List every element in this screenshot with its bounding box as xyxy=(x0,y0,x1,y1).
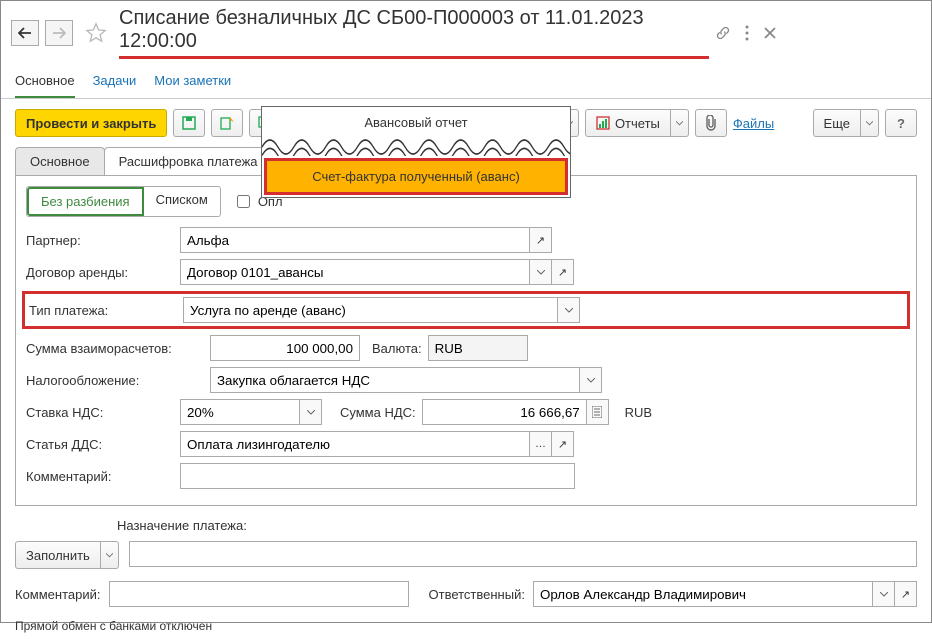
reports-button[interactable]: Отчеты xyxy=(585,109,671,137)
back-button[interactable] xyxy=(11,20,39,46)
dds-open-button[interactable]: ↗ xyxy=(552,431,574,457)
segment-no-split[interactable]: Без разбиения xyxy=(27,187,144,216)
tab-body: Без разбиения Списком Опл Партнер: ↗ Дог… xyxy=(15,175,917,506)
contract-dropdown-button[interactable] xyxy=(530,259,552,285)
tab-main[interactable]: Основное xyxy=(15,147,105,176)
reports-dropdown[interactable] xyxy=(671,109,689,137)
responsible-dropdown-button[interactable] xyxy=(873,581,895,607)
vat-currency-text: RUB xyxy=(625,405,652,420)
currency-label: Валюта: xyxy=(372,341,422,356)
vat-sum-calc-button[interactable] xyxy=(587,399,609,425)
tax-label: Налогообложение: xyxy=(26,373,204,388)
dds-label: Статья ДДС: xyxy=(26,437,174,452)
settlement-sum-label: Сумма взаиморасчетов: xyxy=(26,341,204,356)
dropdown-item-advance-report[interactable]: Авансовый отчет xyxy=(262,107,570,138)
currency-field xyxy=(428,335,528,361)
vat-sum-field[interactable] xyxy=(422,399,587,425)
more-dropdown[interactable] xyxy=(861,109,879,137)
partner-open-button[interactable]: ↗ xyxy=(530,227,552,253)
close-icon[interactable] xyxy=(763,26,777,40)
partner-field[interactable] xyxy=(180,227,530,253)
dds-field[interactable] xyxy=(180,431,530,457)
save-button[interactable] xyxy=(173,109,205,137)
paid-checkbox[interactable] xyxy=(237,195,250,208)
nav-notes[interactable]: Мои заметки xyxy=(154,73,231,88)
dropdown-item-invoice-received-advance[interactable]: Счет-фактура полученный (аванс) xyxy=(264,158,568,195)
vat-sum-label: Сумма НДС: xyxy=(340,405,416,420)
payment-type-label: Тип платежа: xyxy=(29,303,177,318)
page-title: Списание безналичных ДС СБ00-П000003 от … xyxy=(119,7,709,59)
link-icon[interactable] xyxy=(715,25,731,41)
partner-label: Партнер: xyxy=(26,233,174,248)
wavy-divider xyxy=(262,138,570,156)
responsible-open-button[interactable]: ↗ xyxy=(895,581,917,607)
files-link[interactable]: Файлы xyxy=(733,116,774,131)
responsible-field[interactable] xyxy=(533,581,873,607)
help-button[interactable]: ? xyxy=(885,109,917,137)
footer-status: Прямой обмен с банками отключен xyxy=(1,613,931,639)
tax-dropdown-button[interactable] xyxy=(580,367,602,393)
more-vertical-icon[interactable] xyxy=(745,25,749,41)
footer-comment-field[interactable] xyxy=(109,581,409,607)
responsible-label: Ответственный: xyxy=(429,587,525,602)
vat-rate-field[interactable] xyxy=(180,399,300,425)
purpose-label: Назначение платежа: xyxy=(117,518,917,533)
inner-comment-label: Комментарий: xyxy=(26,469,174,484)
payment-type-dropdown-button[interactable] xyxy=(558,297,580,323)
purpose-field[interactable] xyxy=(129,541,917,567)
contract-open-button[interactable]: ↗ xyxy=(552,259,574,285)
contract-label: Договор аренды: xyxy=(26,265,174,280)
attachment-button[interactable] xyxy=(695,109,727,137)
inner-comment-field[interactable] xyxy=(180,463,575,489)
nav-tasks[interactable]: Задачи xyxy=(93,73,137,88)
forward-button[interactable] xyxy=(45,20,73,46)
fill-button[interactable]: Заполнить xyxy=(15,541,101,569)
settlement-sum-field[interactable] xyxy=(210,335,360,361)
post-and-close-button[interactable]: Провести и закрыть xyxy=(15,109,167,137)
nav-main[interactable]: Основное xyxy=(15,73,75,98)
fill-dropdown[interactable] xyxy=(101,541,119,569)
dds-select-button[interactable]: … xyxy=(530,431,552,457)
favorite-star-icon[interactable] xyxy=(85,22,107,44)
contract-field[interactable] xyxy=(180,259,530,285)
create-based-on-menu: Авансовый отчет Счет-фактура полученный … xyxy=(261,106,571,198)
post-button[interactable] xyxy=(211,109,243,137)
more-button[interactable]: Еще xyxy=(813,109,861,137)
payment-type-field[interactable] xyxy=(183,297,558,323)
segment-list[interactable]: Списком xyxy=(144,187,220,216)
vat-rate-label: Ставка НДС: xyxy=(26,405,174,420)
footer-comment-label: Комментарий: xyxy=(15,587,101,602)
vat-rate-dropdown-button[interactable] xyxy=(300,399,322,425)
tax-field[interactable] xyxy=(210,367,580,393)
